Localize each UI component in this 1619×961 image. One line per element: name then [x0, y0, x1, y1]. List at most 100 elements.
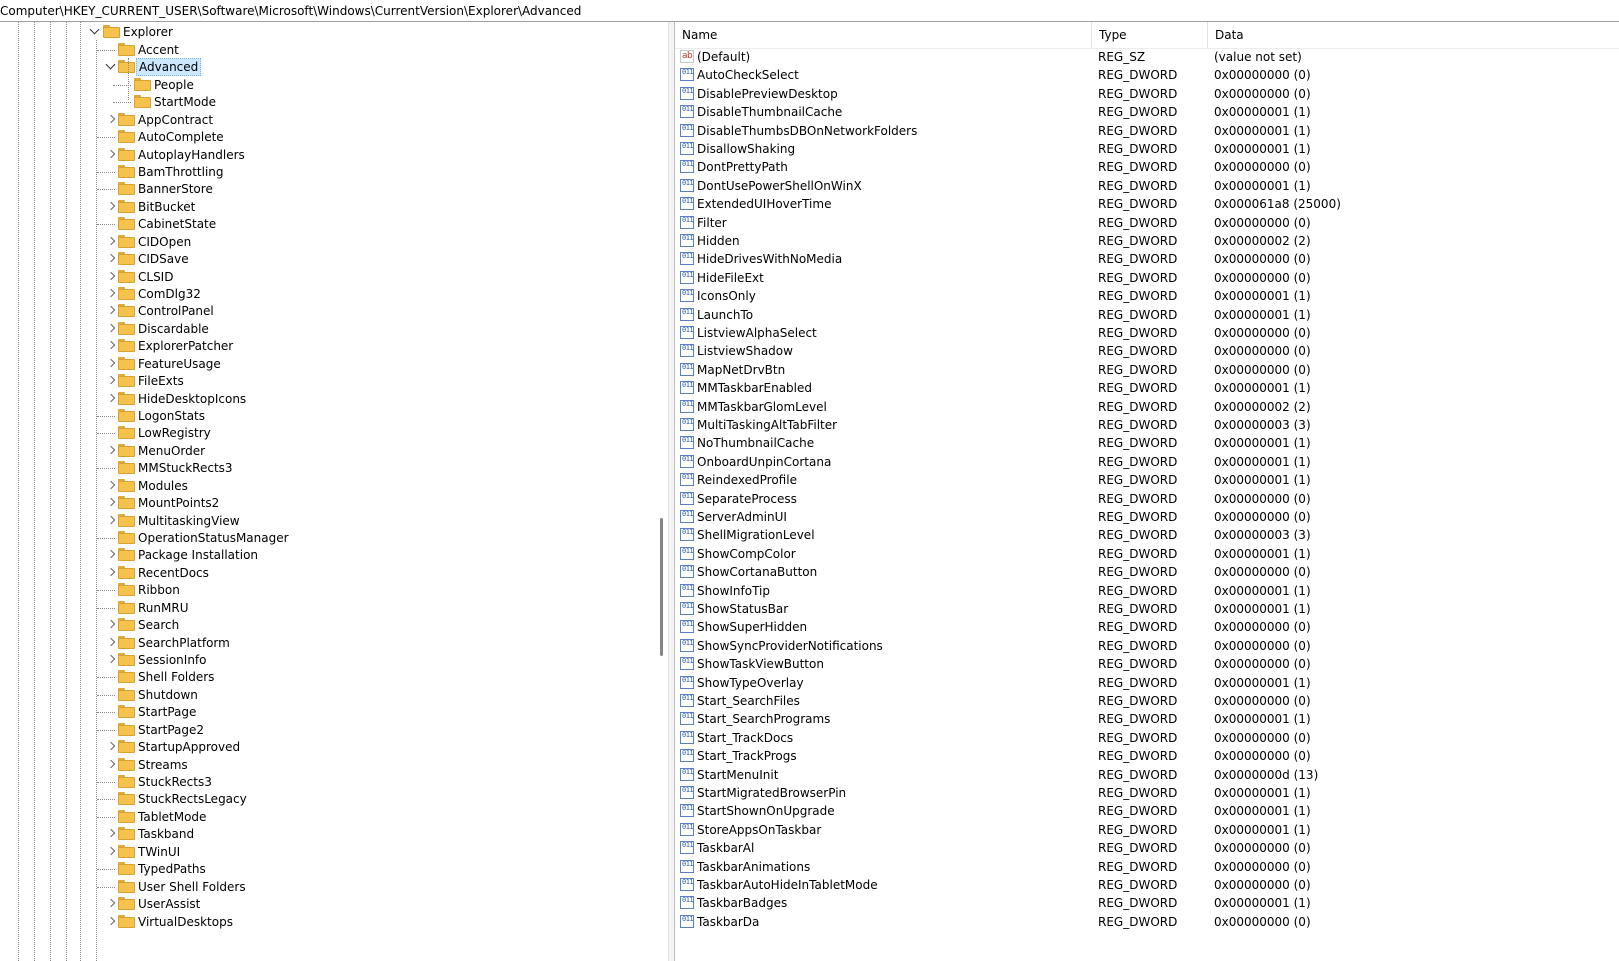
- value-row[interactable]: 011 110IconsOnly REG_DWORD 0x00000001 (1): [675, 287, 1619, 305]
- tree-node[interactable]: CLSID: [0, 267, 660, 286]
- chevron-right-icon[interactable]: [105, 563, 117, 582]
- tree-node-explorer[interactable]: Explorer: [0, 23, 660, 41]
- chevron-right-icon[interactable]: [105, 511, 117, 530]
- value-row[interactable]: 011 110TaskbarAl REG_DWORD 0x00000000 (0): [675, 839, 1619, 857]
- tree-node[interactable]: ControlPanel: [0, 302, 660, 321]
- value-row[interactable]: 011 110DontUsePowerShellOnWinX REG_DWORD 0…: [675, 177, 1619, 195]
- pane-splitter[interactable]: [668, 22, 675, 961]
- tree-node[interactable]: Shell Folders: [0, 668, 660, 686]
- chevron-right-icon[interactable]: [105, 250, 117, 269]
- tree-node[interactable]: Modules: [0, 476, 660, 495]
- value-row[interactable]: 011 110StartShownOnUpgrade REG_DWORD 0x000…: [675, 802, 1619, 820]
- tree-node[interactable]: RunMRU: [0, 599, 660, 617]
- value-row[interactable]: 011 110ServerAdminUI REG_DWORD 0x00000000 …: [675, 508, 1619, 526]
- value-row[interactable]: 011 110SeparateProcess REG_DWORD 0x0000000…: [675, 490, 1619, 508]
- value-row[interactable]: 011 110Start_SearchFiles REG_DWORD 0x00000…: [675, 692, 1619, 710]
- chevron-right-icon[interactable]: [105, 441, 117, 460]
- tree-node[interactable]: ExplorerPatcher: [0, 337, 660, 356]
- chevron-right-icon[interactable]: [105, 912, 117, 931]
- value-row[interactable]: 011 110TaskbarDa REG_DWORD 0x00000000 (0): [675, 913, 1619, 931]
- value-row[interactable]: 011 110LaunchTo REG_DWORD 0x00000001 (1): [675, 306, 1619, 324]
- chevron-right-icon[interactable]: [105, 145, 117, 164]
- tree-node[interactable]: TypedPaths: [0, 860, 660, 878]
- tree-node[interactable]: AutoplayHandlers: [0, 145, 660, 164]
- value-row[interactable]: 011 110ListviewAlphaSelect REG_DWORD 0x000…: [675, 324, 1619, 342]
- value-row[interactable]: 011 110ShowInfoTip REG_DWORD 0x00000001 (1…: [675, 582, 1619, 600]
- value-row[interactable]: 011 110Filter REG_DWORD 0x00000000 (0): [675, 214, 1619, 232]
- tree-node[interactable]: User Shell Folders: [0, 878, 660, 896]
- chevron-right-icon[interactable]: [105, 546, 117, 565]
- tree-node[interactable]: Discardable: [0, 319, 660, 338]
- tree-node[interactable]: StartPage2: [0, 721, 660, 739]
- address-bar[interactable]: Computer\HKEY_CURRENT_USER\Software\Micr…: [0, 0, 1619, 22]
- tree-node[interactable]: LowRegistry: [0, 424, 660, 442]
- tree-node[interactable]: MultitaskingView: [0, 511, 660, 530]
- chevron-right-icon[interactable]: [105, 476, 117, 495]
- tree-node[interactable]: Advanced: [0, 58, 660, 77]
- tree-node[interactable]: SearchPlatform: [0, 633, 660, 652]
- tree-node[interactable]: CabinetState: [0, 215, 660, 233]
- chevron-right-icon[interactable]: [105, 616, 117, 635]
- value-row[interactable]: 011 110HideFileExt REG_DWORD 0x00000000 (0…: [675, 269, 1619, 287]
- chevron-right-icon[interactable]: [105, 197, 117, 216]
- tree-node[interactable]: UserAssist: [0, 895, 660, 914]
- value-row[interactable]: 011 110AutoCheckSelect REG_DWORD 0x0000000…: [675, 66, 1619, 84]
- value-row[interactable]: 011 110Hidden REG_DWORD 0x00000002 (2): [675, 232, 1619, 250]
- tree-node[interactable]: MountPoints2: [0, 494, 660, 513]
- chevron-down-icon[interactable]: [105, 58, 117, 77]
- tree-node[interactable]: ComDlg32: [0, 285, 660, 304]
- tree-node[interactable]: TabletMode: [0, 808, 660, 826]
- value-row[interactable]: 011 110ReindexedProfile REG_DWORD 0x000000…: [675, 471, 1619, 489]
- value-row[interactable]: 011 110StartMenuInit REG_DWORD 0x0000000d …: [675, 766, 1619, 784]
- tree-node[interactable]: StartupApproved: [0, 738, 660, 757]
- value-row[interactable]: 011 110DisablePreviewDesktop REG_DWORD 0x0…: [675, 85, 1619, 103]
- column-header-type[interactable]: Type: [1092, 22, 1208, 48]
- tree-node[interactable]: Taskband: [0, 825, 660, 844]
- value-row[interactable]: 011 110DontPrettyPath REG_DWORD 0x00000000…: [675, 158, 1619, 176]
- value-row[interactable]: 011 110ShowSuperHidden REG_DWORD 0x0000000…: [675, 618, 1619, 636]
- tree-node[interactable]: StartPage: [0, 703, 660, 721]
- value-row[interactable]: 011 110ShowStatusBar REG_DWORD 0x00000001 …: [675, 600, 1619, 618]
- chevron-right-icon[interactable]: [105, 651, 117, 670]
- chevron-right-icon[interactable]: [105, 337, 117, 356]
- value-row[interactable]: ab (Default) REG_SZ (value not set): [675, 48, 1619, 66]
- value-row[interactable]: 011 110ListviewShadow REG_DWORD 0x00000000…: [675, 342, 1619, 360]
- tree-scrollbar-thumb[interactable]: [660, 518, 663, 656]
- chevron-right-icon[interactable]: [105, 895, 117, 914]
- value-row[interactable]: 011 110Start_TrackDocs REG_DWORD 0x0000000…: [675, 729, 1619, 747]
- tree-node[interactable]: MenuOrder: [0, 441, 660, 460]
- value-row[interactable]: 011 110ShowCortanaButton REG_DWORD 0x00000…: [675, 563, 1619, 581]
- chevron-right-icon[interactable]: [105, 302, 117, 321]
- value-row[interactable]: 011 110OnboardUnpinCortana REG_DWORD 0x000…: [675, 453, 1619, 471]
- chevron-right-icon[interactable]: [105, 755, 117, 774]
- tree-node[interactable]: RecentDocs: [0, 563, 660, 582]
- value-row[interactable]: 011 110TaskbarAutoHideInTabletMode REG_DW…: [675, 876, 1619, 894]
- chevron-right-icon[interactable]: [105, 285, 117, 304]
- tree-node[interactable]: LogonStats: [0, 407, 660, 425]
- value-row[interactable]: 011 110ShowTypeOverlay REG_DWORD 0x0000000…: [675, 674, 1619, 692]
- tree-node[interactable]: VirtualDesktops: [0, 912, 660, 931]
- value-row[interactable]: 011 110StoreAppsOnTaskbar REG_DWORD 0x0000…: [675, 821, 1619, 839]
- value-row[interactable]: 011 110DisableThumbnailCache REG_DWORD 0x0…: [675, 103, 1619, 121]
- tree-node[interactable]: SessionInfo: [0, 651, 660, 670]
- tree-node[interactable]: OperationStatusManager: [0, 529, 660, 547]
- value-row[interactable]: 011 110StartMigratedBrowserPin REG_DWORD 0…: [675, 784, 1619, 802]
- column-header-data[interactable]: Data: [1208, 22, 1619, 48]
- chevron-down-icon[interactable]: [89, 23, 101, 41]
- chevron-right-icon[interactable]: [105, 267, 117, 286]
- tree-node[interactable]: StuckRectsLegacy: [0, 790, 660, 808]
- value-row[interactable]: 011 110DisableThumbsDBOnNetworkFolders RE…: [675, 122, 1619, 140]
- value-row[interactable]: 011 110HideDrivesWithNoMedia REG_DWORD 0x0…: [675, 250, 1619, 268]
- chevron-right-icon[interactable]: [105, 319, 117, 338]
- value-row[interactable]: 011 110ExtendedUIHoverTime REG_DWORD 0x000…: [675, 195, 1619, 213]
- value-row[interactable]: 011 110NoThumbnailCache REG_DWORD 0x000000…: [675, 434, 1619, 452]
- value-row[interactable]: 011 110ShowCompColor REG_DWORD 0x00000001 …: [675, 545, 1619, 563]
- tree-node[interactable]: People: [0, 76, 660, 94]
- tree-node[interactable]: Package Installation: [0, 546, 660, 565]
- tree-node[interactable]: StuckRects3: [0, 773, 660, 791]
- chevron-right-icon[interactable]: [105, 738, 117, 757]
- tree-node[interactable]: Accent: [0, 41, 660, 59]
- tree-node[interactable]: BamThrottling: [0, 163, 660, 181]
- chevron-right-icon[interactable]: [105, 372, 117, 391]
- chevron-right-icon[interactable]: [105, 842, 117, 861]
